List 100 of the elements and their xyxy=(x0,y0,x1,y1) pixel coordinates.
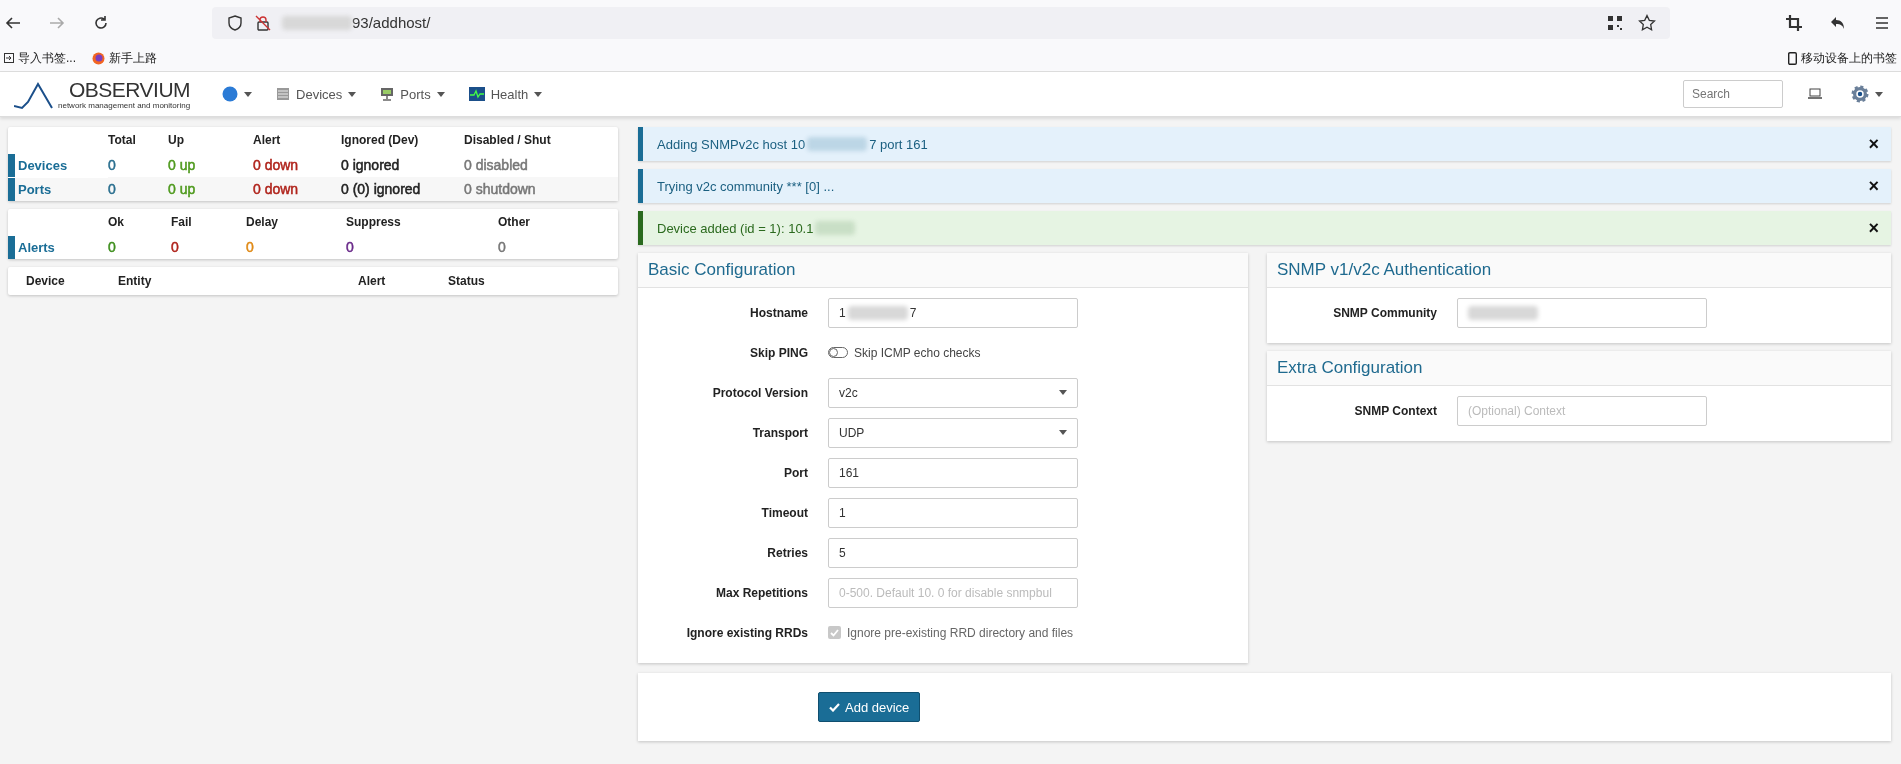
field-label: Port xyxy=(783,465,808,480)
table-cell: 0 up xyxy=(168,181,196,197)
nav-menu[interactable]: Ports xyxy=(376,82,449,106)
laptop-icon[interactable] xyxy=(1807,88,1823,100)
check-icon xyxy=(829,702,840,712)
table-cell: 0 xyxy=(498,239,506,255)
caret-icon xyxy=(348,91,357,97)
row-label[interactable]: Alerts xyxy=(8,235,108,259)
column-header: Delay xyxy=(246,214,280,231)
field-label: Ignore existing RRDs xyxy=(685,625,808,640)
table-cell: 0 shutdown xyxy=(464,181,536,197)
caret-icon xyxy=(1875,91,1883,97)
field-value: Trying v2c community *** [0] ... xyxy=(657,178,835,194)
field-value: 161 xyxy=(839,465,860,480)
input-field[interactable]: 1 xyxy=(828,497,1078,528)
globe-icon xyxy=(222,86,239,102)
column-header: Fail xyxy=(171,214,193,231)
table-cell: 0 xyxy=(346,239,354,255)
field-label: SNMP Community xyxy=(1332,305,1437,320)
field-label: Protocol Version xyxy=(711,385,808,400)
column-header: Device xyxy=(25,273,66,290)
monitor-icon xyxy=(380,87,395,101)
field-label: Transport xyxy=(751,425,808,440)
table-cell: 0 xyxy=(246,239,254,255)
settings-icon xyxy=(1851,85,1869,103)
phone-icon xyxy=(1788,51,1797,65)
field-value: 7 xyxy=(909,305,917,320)
caret-icon xyxy=(1059,390,1067,395)
field-value: 1 xyxy=(839,305,846,320)
table-cell: 0 up xyxy=(168,157,196,173)
field-value: Device added (id = 1): 10.1 xyxy=(657,220,814,236)
qr-code-icon[interactable] xyxy=(1606,13,1624,32)
table-cell: 0 disabled xyxy=(464,157,528,173)
redaction-mark xyxy=(282,15,352,30)
field-value: 7 port 161 xyxy=(869,136,928,152)
select-field[interactable]: UDP xyxy=(828,417,1078,448)
column-header: Status xyxy=(448,273,486,290)
row-label[interactable]: Ports xyxy=(8,177,108,201)
column-header: Suppress xyxy=(346,214,402,231)
panel-title: SNMP v1/v2c Authentication xyxy=(1267,253,1891,288)
table-cell: 0 xyxy=(108,239,116,255)
caret-icon xyxy=(534,91,543,97)
nav-menu[interactable]: Devices xyxy=(272,82,361,106)
caret-icon xyxy=(244,91,253,97)
panel-title: Extra Configuration xyxy=(1267,351,1891,386)
field-value: 5 xyxy=(839,545,846,560)
redaction-mark xyxy=(815,221,856,235)
import-icon xyxy=(4,53,14,63)
redaction-mark xyxy=(1468,305,1538,320)
heartbeat-icon xyxy=(468,87,485,101)
toggle-label: Skip ICMP echo checks xyxy=(854,345,981,360)
input-field[interactable] xyxy=(1457,297,1707,328)
star-icon[interactable] xyxy=(1638,13,1656,32)
server-icon xyxy=(276,87,291,101)
field-label: Timeout xyxy=(760,505,808,520)
redaction-mark xyxy=(847,305,908,320)
nav-menu[interactable]: Health xyxy=(464,82,547,106)
column-header: Up xyxy=(168,132,185,149)
close-button[interactable]: × xyxy=(1868,133,1879,155)
globe-icon xyxy=(92,51,105,65)
lock-icon xyxy=(254,13,272,32)
brand-logo[interactable]: OBSERVIUM network management and monitoring xyxy=(14,78,191,110)
column-header: Ok xyxy=(108,214,125,231)
field-label: Retries xyxy=(766,545,808,560)
column-header: Entity xyxy=(118,273,153,290)
field-value: 1 xyxy=(839,505,846,520)
bookmark[interactable]: 新手上路 xyxy=(92,49,157,67)
table-cell: 0 xyxy=(171,239,179,255)
input-field[interactable]: 161 xyxy=(828,457,1078,488)
table-cell: 0 xyxy=(108,181,116,197)
close-button[interactable]: × xyxy=(1868,175,1879,197)
reload-icon[interactable] xyxy=(92,13,110,32)
input-field[interactable]: 1 7 xyxy=(828,297,1078,328)
checkbox-label: Ignore pre-existing RRD directory and files xyxy=(847,625,1074,640)
toggle-switch[interactable] xyxy=(828,347,848,358)
column-header: Total xyxy=(108,132,137,149)
table-cell: 0 xyxy=(108,157,116,173)
column-header: Other xyxy=(498,214,531,231)
table-cell: 0 down xyxy=(253,157,299,173)
table-cell: 0 down xyxy=(253,181,299,197)
url-text: 93/addhost/ xyxy=(352,14,431,31)
close-button[interactable]: × xyxy=(1868,217,1879,239)
add-device-button[interactable]: Add device xyxy=(818,692,921,722)
select-field[interactable]: v2c xyxy=(828,377,1078,408)
crop-icon[interactable] xyxy=(1785,13,1803,32)
column-header: Disabled / Shut xyxy=(464,132,552,149)
field-label: SNMP Context xyxy=(1353,403,1437,418)
redaction-mark xyxy=(807,137,868,151)
table-cell: 0 ignored xyxy=(341,157,400,173)
input-field[interactable]: 5 xyxy=(828,537,1078,568)
bookmark[interactable]: 移动设备上的书签 xyxy=(1788,49,1897,67)
field-value: Adding SNMPv2c host 10 xyxy=(657,136,806,152)
field-label: Hostname xyxy=(749,305,808,320)
address-bar[interactable]: 93/addhost/ xyxy=(212,6,1670,39)
bookmark[interactable]: 导入书签... xyxy=(4,49,76,67)
column-header: Ignored (Dev) xyxy=(341,132,420,149)
table-cell: 0 (0) ignored xyxy=(341,181,421,197)
shield-icon xyxy=(226,13,244,32)
search-field[interactable]: Search xyxy=(1683,80,1783,108)
field-label: Skip PING xyxy=(749,345,808,360)
